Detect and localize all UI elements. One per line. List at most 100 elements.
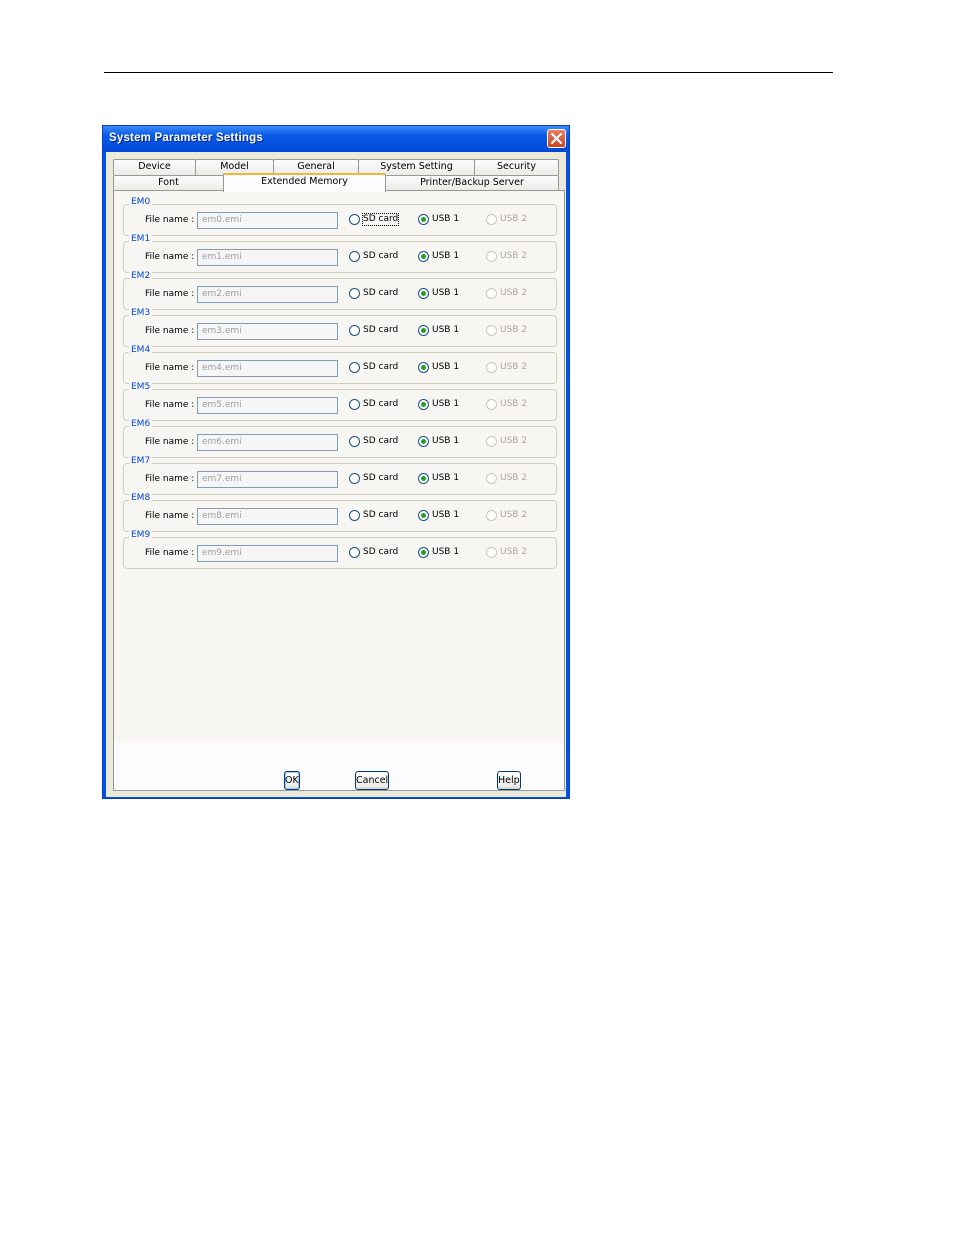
file-name-label: File name : — [145, 215, 195, 225]
file-name-label: File name : — [145, 437, 195, 447]
radio-label: SD card — [363, 473, 399, 483]
em-group-1: EM1 File name : em1.emi SD card USB 1 USB 2 — [123, 234, 557, 273]
system-parameter-settings-dialog: System Parameter Settings Device Model G… — [102, 125, 570, 799]
file-name-input[interactable]: em6.emi — [197, 434, 338, 451]
radio-label: USB 1 — [432, 473, 460, 483]
radio-label: USB 1 — [432, 510, 460, 520]
em-group-label: EM4 — [129, 345, 153, 356]
title-bar[interactable]: System Parameter Settings — [103, 126, 569, 152]
radio-indicator — [349, 436, 360, 447]
radio-label: USB 2 — [500, 251, 528, 261]
tab-extended-memory[interactable]: Extended Memory — [223, 173, 386, 192]
radio-label: USB 2 — [500, 362, 528, 372]
file-name-input[interactable]: em5.emi — [197, 397, 338, 414]
radio-label: USB 1 — [432, 399, 460, 409]
em-group-label: EM8 — [129, 493, 153, 504]
radio-indicator — [418, 473, 429, 484]
radio-label: SD card — [363, 547, 399, 557]
radio-label: SD card — [363, 436, 399, 446]
radio-indicator — [486, 510, 497, 521]
radio-label: USB 1 — [432, 214, 460, 224]
radio-indicator — [349, 214, 360, 225]
cancel-button[interactable]: Cancel — [355, 771, 390, 790]
radio-label: USB 2 — [500, 510, 528, 520]
file-name-label: File name : — [145, 363, 195, 373]
file-name-input[interactable]: em8.emi — [197, 508, 338, 525]
file-name-label: File name : — [145, 289, 195, 299]
em-group-4: EM4 File name : em4.emi SD card USB 1 USB 2 — [123, 345, 557, 384]
file-name-label: File name : — [145, 326, 195, 336]
help-button[interactable]: Help — [497, 771, 521, 790]
em-group-label: EM9 — [129, 530, 153, 541]
radio-indicator — [486, 547, 497, 558]
close-icon — [551, 133, 562, 144]
ok-button[interactable]: OK — [284, 771, 300, 790]
file-name-label: File name : — [145, 400, 195, 410]
tab-font[interactable]: Font — [113, 175, 224, 190]
radio-indicator — [418, 510, 429, 521]
radio-label: USB 2 — [500, 325, 528, 335]
em-group-8: EM8 File name : em8.emi SD card USB 1 USB 2 — [123, 493, 557, 532]
radio-indicator — [486, 473, 497, 484]
radio-label: USB 2 — [500, 436, 528, 446]
radio-label: USB 1 — [432, 325, 460, 335]
radio-indicator — [349, 473, 360, 484]
radio-label: USB 2 — [500, 399, 528, 409]
radio-indicator — [349, 362, 360, 373]
radio-label: SD card — [363, 510, 399, 520]
em-group-3: EM3 File name : em3.emi SD card USB 1 USB 2 — [123, 308, 557, 347]
radio-indicator — [418, 362, 429, 373]
close-button[interactable] — [547, 129, 566, 148]
file-name-input[interactable]: em4.emi — [197, 360, 338, 377]
radio-label: USB 2 — [500, 473, 528, 483]
em-group-7: EM7 File name : em7.emi SD card USB 1 USB 2 — [123, 456, 557, 495]
radio-indicator — [349, 399, 360, 410]
radio-indicator — [418, 325, 429, 336]
radio-indicator — [349, 510, 360, 521]
file-name-input[interactable]: em0.emi — [197, 212, 338, 229]
radio-label: USB 1 — [432, 436, 460, 446]
page-header-rule — [104, 72, 833, 73]
file-name-input[interactable]: em2.emi — [197, 286, 338, 303]
file-name-label: File name : — [145, 474, 195, 484]
radio-indicator — [486, 251, 497, 262]
tab-security[interactable]: Security — [474, 159, 559, 175]
em-group-label: EM3 — [129, 308, 153, 319]
radio-label: SD card — [363, 251, 399, 261]
radio-indicator — [418, 214, 429, 225]
em-group-label: EM6 — [129, 419, 153, 430]
em-group-5: EM5 File name : em5.emi SD card USB 1 USB 2 — [123, 382, 557, 421]
dialog-title: System Parameter Settings — [109, 132, 263, 144]
file-name-input[interactable]: em9.emi — [197, 545, 338, 562]
radio-indicator — [349, 547, 360, 558]
radio-label: SD card — [363, 362, 399, 372]
radio-indicator — [486, 436, 497, 447]
radio-label: USB 2 — [500, 288, 528, 298]
em-group-9: EM9 File name : em9.emi SD card USB 1 USB 2 — [123, 530, 557, 569]
radio-indicator — [486, 288, 497, 299]
file-name-label: File name : — [145, 252, 195, 262]
file-name-input[interactable]: em3.emi — [197, 323, 338, 340]
radio-indicator — [486, 399, 497, 410]
file-name-input[interactable]: em1.emi — [197, 249, 338, 266]
em-group-label: EM5 — [129, 382, 153, 393]
radio-indicator — [349, 251, 360, 262]
radio-indicator — [418, 288, 429, 299]
tab-printer-backup-server[interactable]: Printer/Backup Server — [385, 175, 559, 190]
radio-label: USB 1 — [432, 288, 460, 298]
radio-label: SD card — [363, 399, 399, 409]
radio-indicator — [418, 251, 429, 262]
radio-label: SD card — [363, 325, 399, 335]
radio-label: USB 1 — [432, 251, 460, 261]
file-name-label: File name : — [145, 511, 195, 521]
em-group-6: EM6 File name : em6.emi SD card USB 1 USB 2 — [123, 419, 557, 458]
radio-indicator — [486, 362, 497, 373]
radio-indicator — [486, 214, 497, 225]
file-name-input[interactable]: em7.emi — [197, 471, 338, 488]
tab-device[interactable]: Device — [113, 159, 196, 175]
radio-indicator — [349, 325, 360, 336]
em-group-label: EM1 — [129, 234, 153, 245]
radio-label: SD card — [361, 213, 400, 226]
radio-indicator — [486, 325, 497, 336]
radio-indicator — [418, 547, 429, 558]
